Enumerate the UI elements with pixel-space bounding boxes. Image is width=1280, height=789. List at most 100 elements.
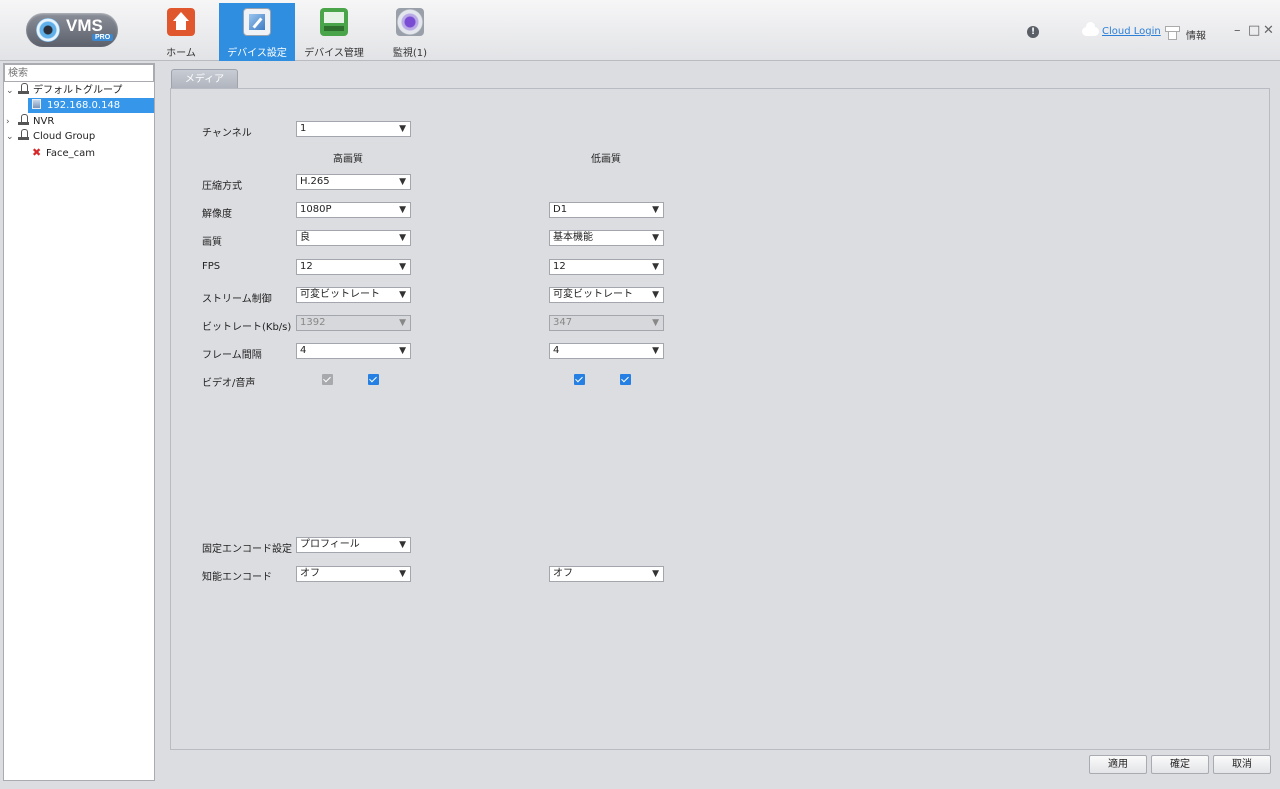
tree-item-device-ip[interactable]: 192.168.0.148 [28,98,154,113]
video-audio-label: ビデオ/音声 [202,378,256,389]
channel-value: 1 [300,123,307,134]
logo-badge: PRO [92,34,114,41]
fps-low-select[interactable]: 12 ▼ [549,259,664,275]
dropdown-arrow-icon: ▼ [399,540,406,550]
dropdown-arrow-icon: ▼ [652,569,659,579]
fps-high-select[interactable]: 12 ▼ [296,259,411,275]
dropdown-arrow-icon: ▼ [399,569,406,579]
theme-shirt-icon[interactable] [1165,26,1180,40]
quality-low-select[interactable]: 基本機能 ▼ [549,230,664,246]
frame-low-value: 4 [553,345,560,356]
stream-high-value: 可変ビットレート [300,289,380,300]
nav-tab-device-management[interactable]: デバイス管理 [296,3,372,61]
channel-label: チャンネル [202,128,252,139]
dropdown-arrow-icon: ▼ [399,233,406,243]
chevron-down-icon[interactable]: ⌄ [6,130,18,145]
smart-encode-label: 知能エンコード [202,572,272,583]
stream-control-label: ストリーム制御 [202,294,272,305]
fps-high-value: 12 [300,261,313,272]
bitrate-low-select: 347 ▼ [549,315,664,331]
compression-high-value: H.265 [300,176,330,187]
frame-low-select[interactable]: 4 ▼ [549,343,664,359]
dropdown-arrow-icon: ▼ [652,205,659,215]
dropdown-arrow-icon: ▼ [652,346,659,356]
frame-high-select[interactable]: 4 ▼ [296,343,411,359]
frame-interval-label: フレーム間隔 [202,350,262,361]
dropdown-arrow-icon: ▼ [399,346,406,356]
tree-item-nvr[interactable]: › NVR [6,114,54,129]
quality-label: 画質 [202,237,222,248]
eye-logo-icon [36,18,60,42]
top-bar: VMS PRO ホーム デバイス設定 デバイス管理 監視(1) ! Cloud … [0,0,1280,61]
low-video-checkbox[interactable] [574,374,585,385]
nav-tab-monitor[interactable]: 監視(1) [372,3,448,61]
bitrate-label: ビットレート(Kb/s) [202,322,292,333]
info-link[interactable]: 情報 [1186,27,1206,42]
high-quality-header: 高画質 [333,154,363,165]
tree-item-default-group[interactable]: ⌄ デフォルトグループ [6,83,122,98]
frame-high-value: 4 [300,345,307,356]
cloud-icon [1082,22,1099,36]
home-icon [167,8,195,36]
search-input[interactable] [4,64,154,82]
smart-encode-low-select[interactable]: オフ ▼ [549,566,664,582]
dropdown-arrow-icon: ▼ [399,205,406,215]
bitrate-low-value: 347 [553,317,573,328]
smart-encode-high-select[interactable]: オフ ▼ [296,566,411,582]
nav-tab-device-settings-label: デバイス設定 [227,48,287,59]
ok-button[interactable]: 確定 [1151,755,1209,774]
fps-label: FPS [202,261,221,272]
bitrate-high-value: 1392 [300,317,326,328]
logo-text: VMS [66,16,103,35]
channel-select[interactable]: 1 ▼ [296,121,411,137]
chevron-down-icon[interactable]: ⌄ [6,84,18,99]
nav-tab-monitor-label: 監視(1) [392,48,428,59]
low-quality-header: 低画質 [591,154,621,165]
tree-item-cloud-group[interactable]: ⌄ Cloud Group [6,129,95,144]
dropdown-arrow-icon: ▼ [652,233,659,243]
dropdown-arrow-icon: ▼ [399,318,406,328]
dropdown-arrow-icon: ▼ [399,177,406,187]
resolution-high-value: 1080P [300,204,332,215]
close-button[interactable]: ✕ [1263,23,1274,38]
vms-logo: VMS PRO [26,13,118,47]
group-icon [18,114,30,126]
quality-high-select[interactable]: 良 ▼ [296,230,411,246]
stream-high-select[interactable]: 可変ビットレート ▼ [296,287,411,303]
cancel-button[interactable]: 取消 [1213,755,1271,774]
resolution-high-select[interactable]: 1080P ▼ [296,202,411,218]
tree-item-face-cam[interactable]: ✖ Face_cam [32,145,95,160]
bitrate-high-select: 1392 ▼ [296,315,411,331]
resolution-low-select[interactable]: D1 ▼ [549,202,664,218]
tree-item-label: Face_cam [46,148,95,159]
dropdown-arrow-icon: ▼ [399,262,406,272]
camera-lens-icon [396,8,424,36]
dropdown-arrow-icon: ▼ [652,318,659,328]
nav-tab-home-label: ホーム [166,48,196,59]
smart-encode-high-value: オフ [300,568,320,579]
cloud-login-link[interactable]: Cloud Login [1102,26,1161,37]
tree-item-label: 192.168.0.148 [47,100,121,111]
fps-low-value: 12 [553,261,566,272]
compression-label: 圧縮方式 [202,181,242,192]
fixed-encode-label: 固定エンコード設定 [202,544,292,555]
alert-icon[interactable]: ! [1027,26,1039,38]
dropdown-arrow-icon: ▼ [399,124,406,134]
maximize-button[interactable]: □ [1248,23,1260,38]
dropdown-arrow-icon: ▼ [652,262,659,272]
compression-high-select[interactable]: H.265 ▼ [296,174,411,190]
fixed-encode-select[interactable]: プロフィール ▼ [296,537,411,553]
device-tree-panel: ⌄ デフォルトグループ 192.168.0.148 › NVR ⌄ Cloud Gro… [3,63,155,781]
minimize-button[interactable]: – [1234,23,1241,38]
apply-button[interactable]: 適用 [1089,755,1147,774]
nav-tab-device-settings[interactable]: デバイス設定 [219,3,295,61]
stream-low-select[interactable]: 可変ビットレート ▼ [549,287,664,303]
tab-media[interactable]: メディア [171,69,238,89]
dropdown-arrow-icon: ▼ [399,290,406,300]
stream-low-value: 可変ビットレート [553,289,633,300]
group-icon [18,129,30,141]
nav-tab-home[interactable]: ホーム [143,3,219,61]
chevron-right-icon[interactable]: › [6,115,18,130]
high-audio-checkbox[interactable] [368,374,379,385]
low-audio-checkbox[interactable] [620,374,631,385]
